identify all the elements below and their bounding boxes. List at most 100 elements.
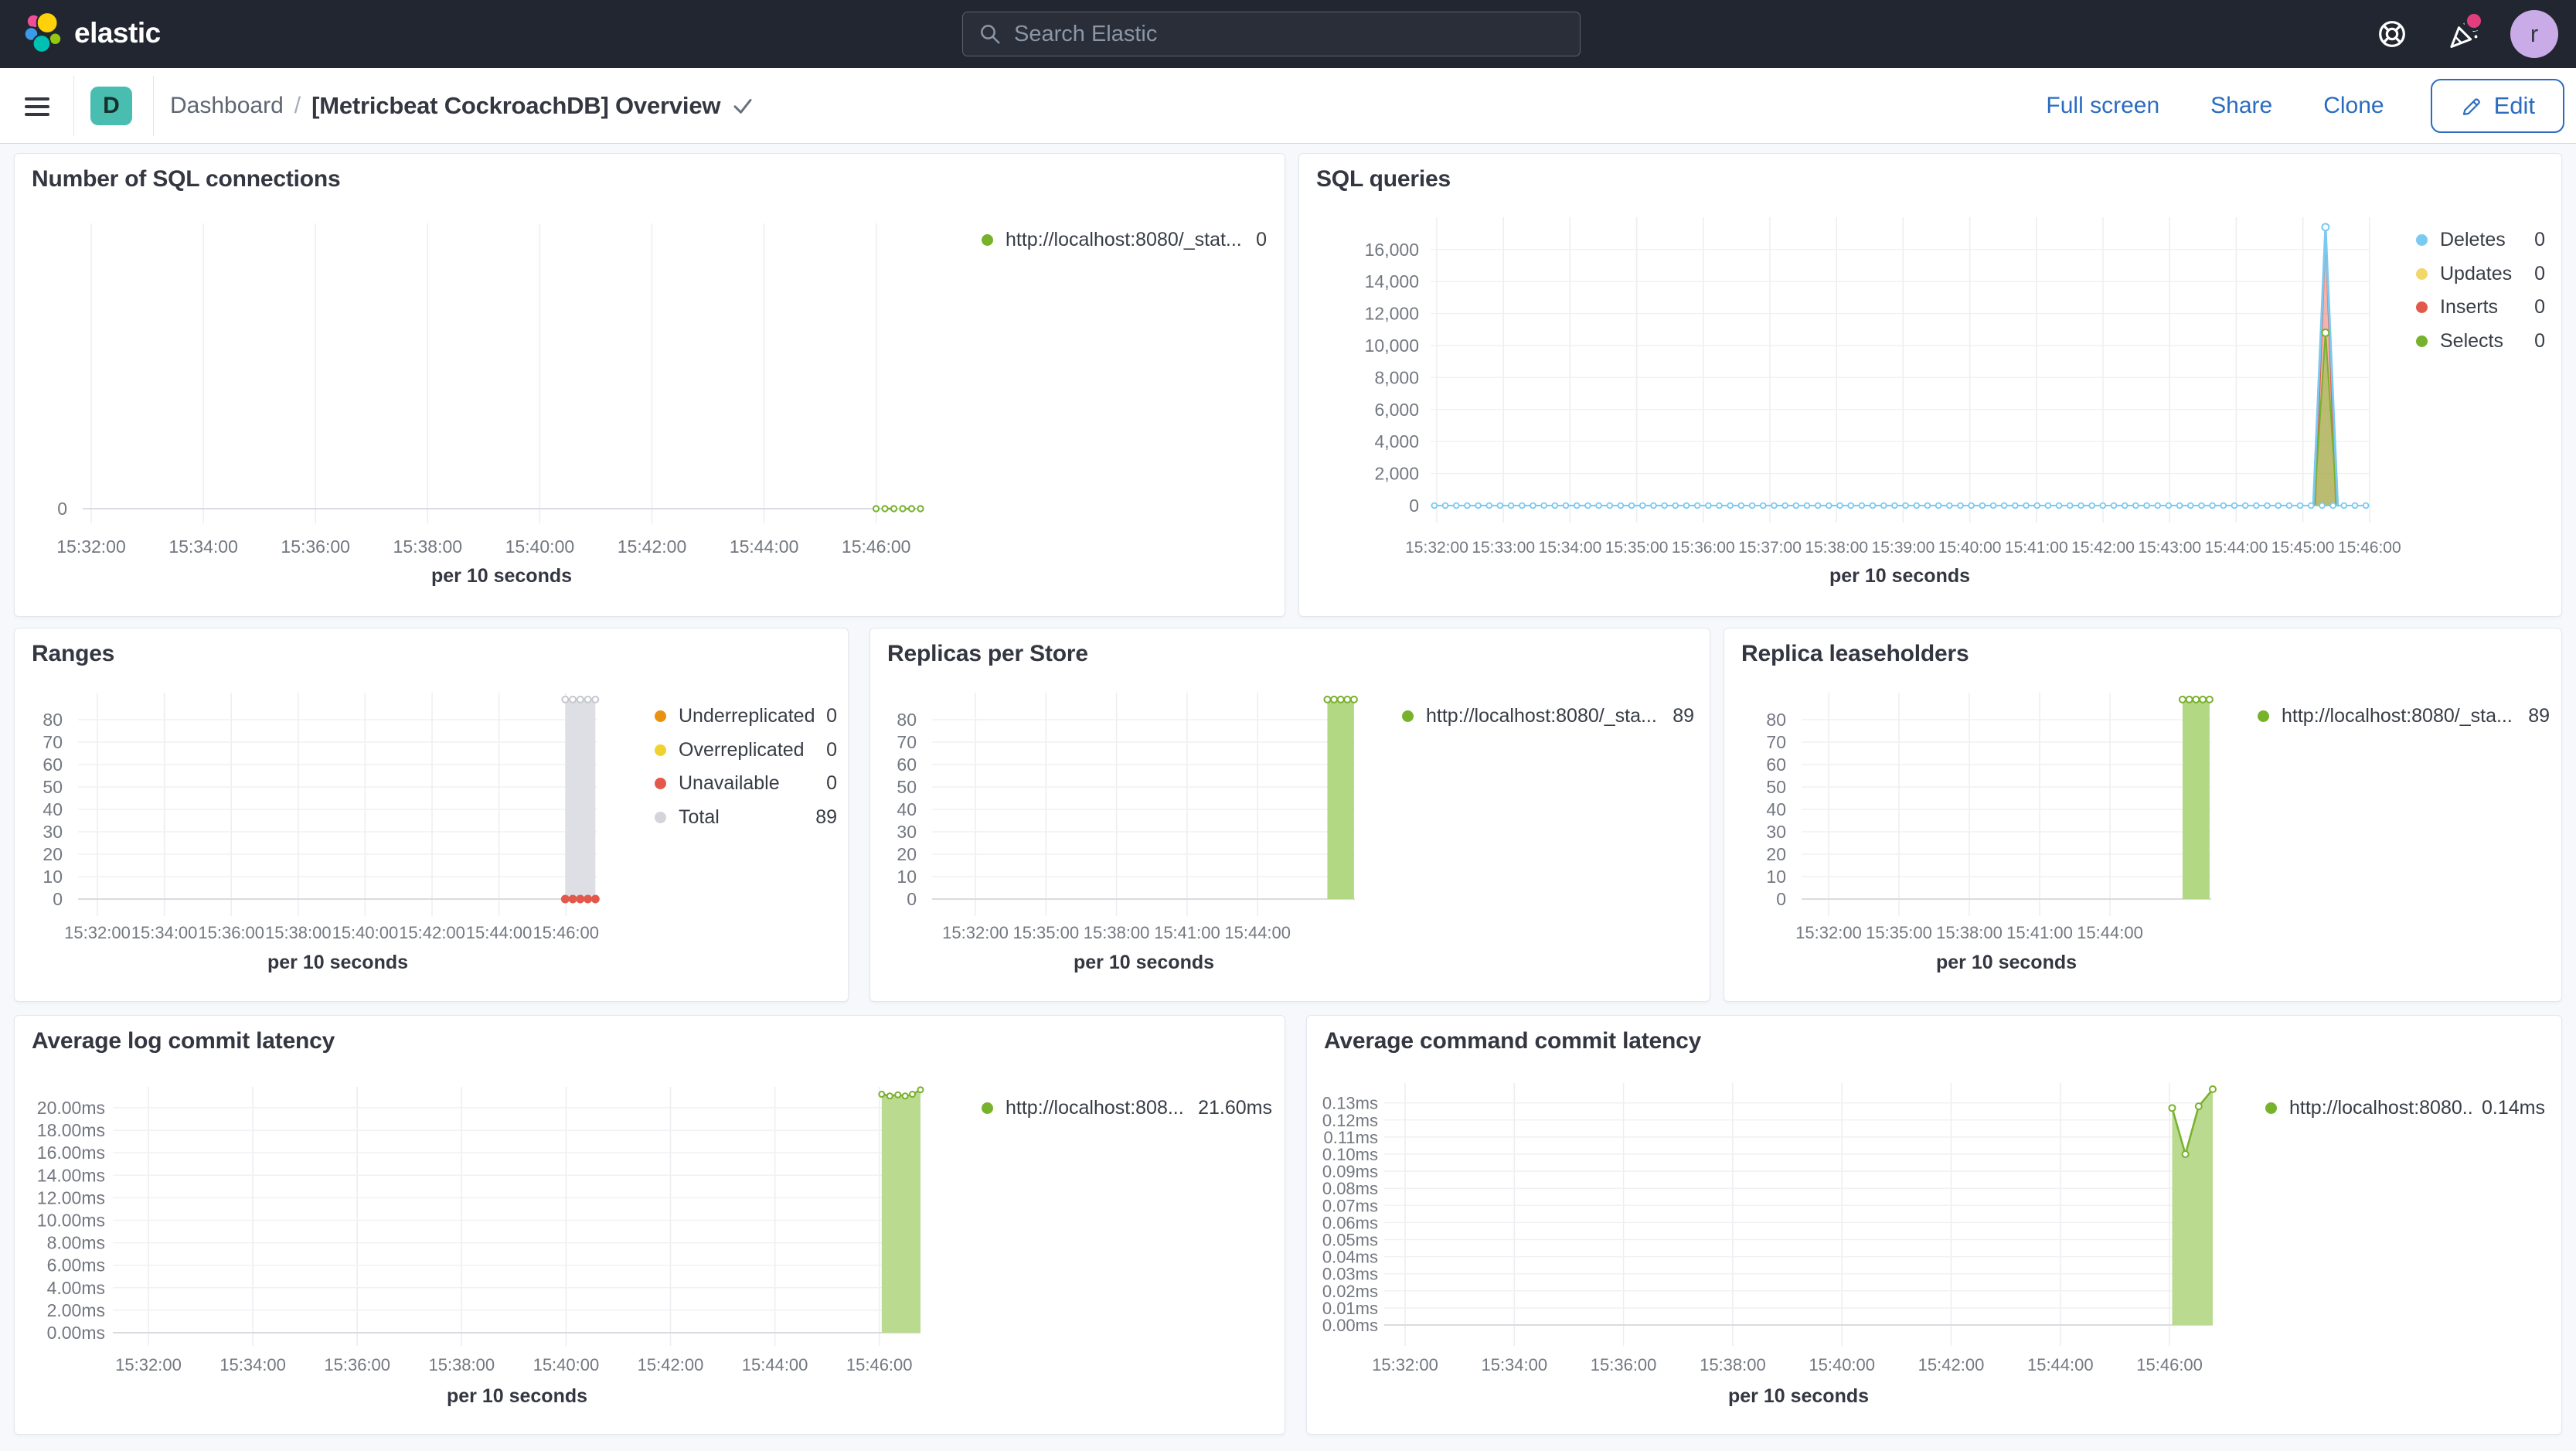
clone-button[interactable]: Clone — [2319, 92, 2388, 120]
x-tick-label: 15:35:00 — [1866, 923, 1932, 942]
x-tick-label: 15:38:00 — [265, 923, 332, 942]
x-axis-label: per 10 seconds — [267, 952, 408, 973]
y-tick-label: 30 — [43, 822, 63, 842]
data-point — [894, 1091, 902, 1098]
chart-sql_queries[interactable]: 15:32:00 15:33:00 15:34:00 15:35:00 15:36:00… — [1299, 154, 2563, 618]
legend-item[interactable]: Unavailable 0 — [655, 766, 837, 800]
divider — [73, 76, 74, 136]
breadcrumb-separator: / — [294, 93, 301, 118]
x-tick-label: 15:40:00 — [332, 923, 399, 942]
pencil-icon — [2462, 98, 2480, 115]
data-point — [560, 894, 570, 904]
x-axis-label: per 10 seconds — [1728, 1385, 1869, 1407]
legend-item[interactable]: http://localhost:808... 21.60ms — [982, 1091, 1272, 1125]
edit-button[interactable]: Edit — [2430, 79, 2564, 133]
legend-item[interactable]: http://localhost:8080/_sta... 89 — [1402, 699, 1694, 733]
data-point — [1530, 502, 1536, 509]
share-button[interactable]: Share — [2206, 92, 2277, 120]
data-point — [1826, 502, 1832, 509]
y-tick-label: 70 — [1766, 732, 1786, 752]
data-point — [1913, 502, 1921, 509]
x-tick-label: 15:38:00 — [1936, 923, 2003, 942]
data-point — [1946, 502, 1953, 509]
data-point — [2165, 502, 2173, 509]
user-avatar[interactable]: r — [2510, 10, 2558, 58]
x-tick-label: 15:34:00 — [219, 1355, 286, 1374]
legend-value: 89 — [815, 806, 837, 828]
panel-replica-leaseholders: Replica leaseholders 15:32:00 15:35:00 15:… — [1724, 628, 2562, 1002]
panel-title: Average command commit latency — [1324, 1028, 1702, 1054]
legend-dot — [2265, 1102, 2277, 1114]
legend-item[interactable]: Total 89 — [655, 800, 837, 834]
y-tick-label: 0 — [1776, 889, 1786, 909]
data-point — [2351, 502, 2359, 509]
x-axis-label: per 10 seconds — [1074, 952, 1214, 973]
elastic-logo[interactable] — [20, 10, 68, 62]
panel-number-of-sql-connections: Number of SQL connections 15:32:00 15:34:… — [14, 153, 1285, 617]
x-tick-label: 15:44:00 — [730, 536, 799, 557]
x-tick-label: 15:41:00 — [2006, 923, 2073, 942]
series-area — [881, 1089, 920, 1333]
y-tick-label: 30 — [897, 822, 917, 842]
x-tick-label: 15:42:00 — [638, 1355, 704, 1374]
x-tick-label: 15:33:00 — [1472, 539, 1535, 557]
legend-label: Inserts — [2440, 295, 2499, 318]
space-badge[interactable]: D — [90, 87, 132, 125]
legend-item[interactable]: Overreplicated 0 — [655, 733, 837, 767]
check-icon[interactable] — [731, 94, 754, 118]
x-tick-label: 15:38:00 — [1084, 923, 1150, 942]
y-tick-label: 0 — [57, 499, 67, 519]
data-point — [1693, 502, 1701, 509]
x-tick-label: 15:46:00 — [846, 1355, 913, 1374]
data-point — [2055, 502, 2063, 509]
legend-label: Underreplicated — [679, 704, 815, 727]
data-point — [1343, 695, 1352, 703]
legend-item[interactable]: http://localhost:8080... 0.14ms — [2265, 1091, 2545, 1125]
data-point — [2181, 1150, 2190, 1158]
y-tick-label: 12,000 — [1365, 304, 1419, 324]
y-tick-label: 0 — [907, 889, 917, 909]
data-point — [1452, 502, 1460, 509]
data-point — [1935, 502, 1942, 509]
legend-value: 0 — [2534, 262, 2545, 284]
y-tick-label: 10.00ms — [37, 1211, 105, 1231]
x-tick-label: 15:38:00 — [1700, 1355, 1766, 1374]
data-point — [2340, 502, 2348, 509]
chart-replicas[interactable]: 15:32:00 15:35:00 15:38:00 15:41:00 15:44:00… — [870, 628, 1711, 1003]
data-point — [2178, 695, 2186, 703]
legend-item[interactable]: Updates 0 — [2416, 257, 2545, 291]
x-tick-label: 15:42:00 — [618, 536, 687, 557]
newsfeed-icon[interactable] — [2436, 0, 2490, 68]
data-point — [1902, 502, 1909, 509]
legend-item[interactable]: Deletes 0 — [2416, 223, 2545, 257]
x-tick-label: 15:35:00 — [1605, 539, 1669, 557]
legend-dot — [655, 744, 666, 756]
menu-icon[interactable] — [23, 90, 53, 122]
legend-label: Unavailable — [679, 771, 780, 794]
data-point — [1485, 502, 1493, 509]
help-icon[interactable] — [2365, 0, 2419, 68]
y-tick-label: 50 — [43, 777, 63, 797]
full-screen-button[interactable]: Full screen — [2041, 92, 2164, 120]
legend-item[interactable]: http://localhost:8080/_stat... 0 — [982, 223, 1267, 257]
x-tick-label: 15:32:00 — [1405, 539, 1468, 557]
data-point — [1336, 695, 1345, 703]
legend-item[interactable]: Selects 0 — [2416, 324, 2545, 358]
chart-log_latency[interactable]: 15:32:00 15:34:00 15:36:00 15:38:00 15:40:00… — [15, 1016, 1286, 1436]
edit-button-label: Edit — [2493, 92, 2535, 119]
data-point — [909, 1091, 917, 1098]
legend-item[interactable]: http://localhost:8080/_sta... 89 — [2258, 699, 2550, 733]
chart-leaseholders[interactable]: 15:32:00 15:35:00 15:38:00 15:41:00 15:44:00… — [1724, 628, 2563, 1003]
panel-title: SQL queries — [1316, 166, 1451, 192]
y-tick-label: 30 — [1766, 822, 1786, 842]
x-tick-label: 15:44:00 — [2027, 1355, 2094, 1374]
chart-cmd_latency[interactable]: 15:32:00 15:34:00 15:36:00 15:38:00 15:40:00… — [1307, 1016, 2563, 1436]
panel-title: Number of SQL connections — [32, 166, 341, 192]
breadcrumb-dashboard[interactable]: Dashboard — [170, 93, 284, 119]
legend-item[interactable]: Underreplicated 0 — [655, 699, 837, 733]
y-tick-label: 0.05ms — [1322, 1231, 1378, 1250]
legend-label: http://localhost:8080/_sta... — [1426, 704, 1657, 727]
legend-item[interactable]: Inserts 0 — [2416, 290, 2545, 324]
search-input[interactable]: Search Elastic — [962, 12, 1581, 56]
y-tick-label: 10 — [1766, 867, 1786, 887]
